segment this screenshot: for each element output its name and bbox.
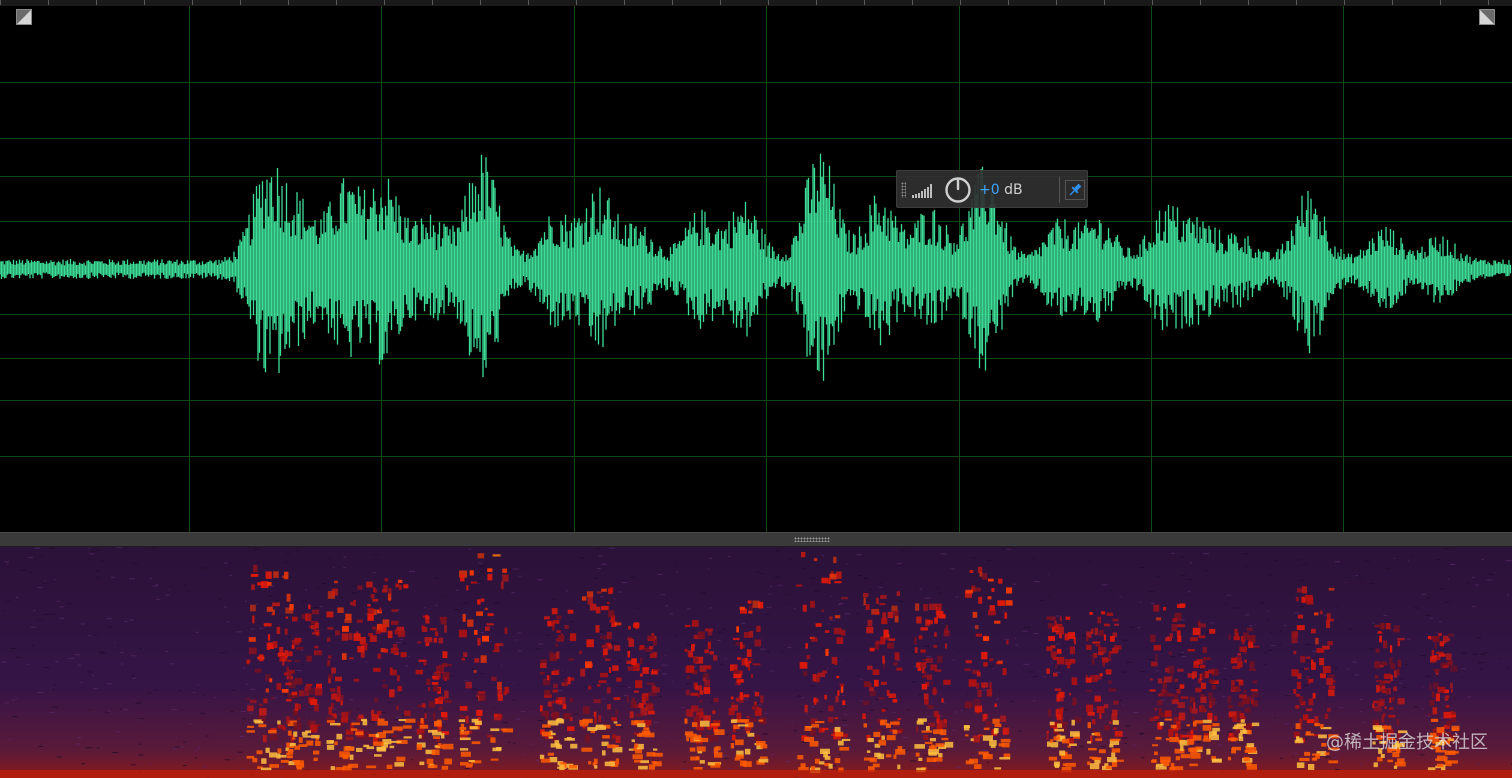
hud-grip-icon[interactable] (901, 182, 906, 198)
level-meter-icon (912, 184, 932, 198)
panel-divider[interactable] (0, 532, 1512, 547)
gain-knob-icon[interactable] (944, 176, 972, 204)
waveform-canvas (0, 6, 1512, 532)
gain-value: +0 (979, 182, 1000, 198)
zoom-corner-icon[interactable] (1479, 9, 1495, 25)
gain-readout[interactable]: +0 dB (979, 181, 1023, 199)
watermark: @稀土掘金技术社区 (1326, 732, 1488, 753)
resize-grip-icon[interactable] (794, 537, 830, 542)
gain-unit: dB (1004, 182, 1023, 198)
waveform-display[interactable]: +0 dB (0, 6, 1512, 532)
spectrogram-canvas (0, 547, 1512, 778)
zoom-corner-icon[interactable] (16, 9, 32, 25)
spectral-frequency-display[interactable]: @稀土掘金技术社区 (0, 547, 1512, 778)
hud-separator (1059, 177, 1060, 203)
amplitude-hud: +0 dB (896, 170, 1088, 208)
pin-icon[interactable] (1065, 180, 1085, 200)
audio-editor: +0 dB @稀土掘金技术社区 (0, 0, 1512, 778)
